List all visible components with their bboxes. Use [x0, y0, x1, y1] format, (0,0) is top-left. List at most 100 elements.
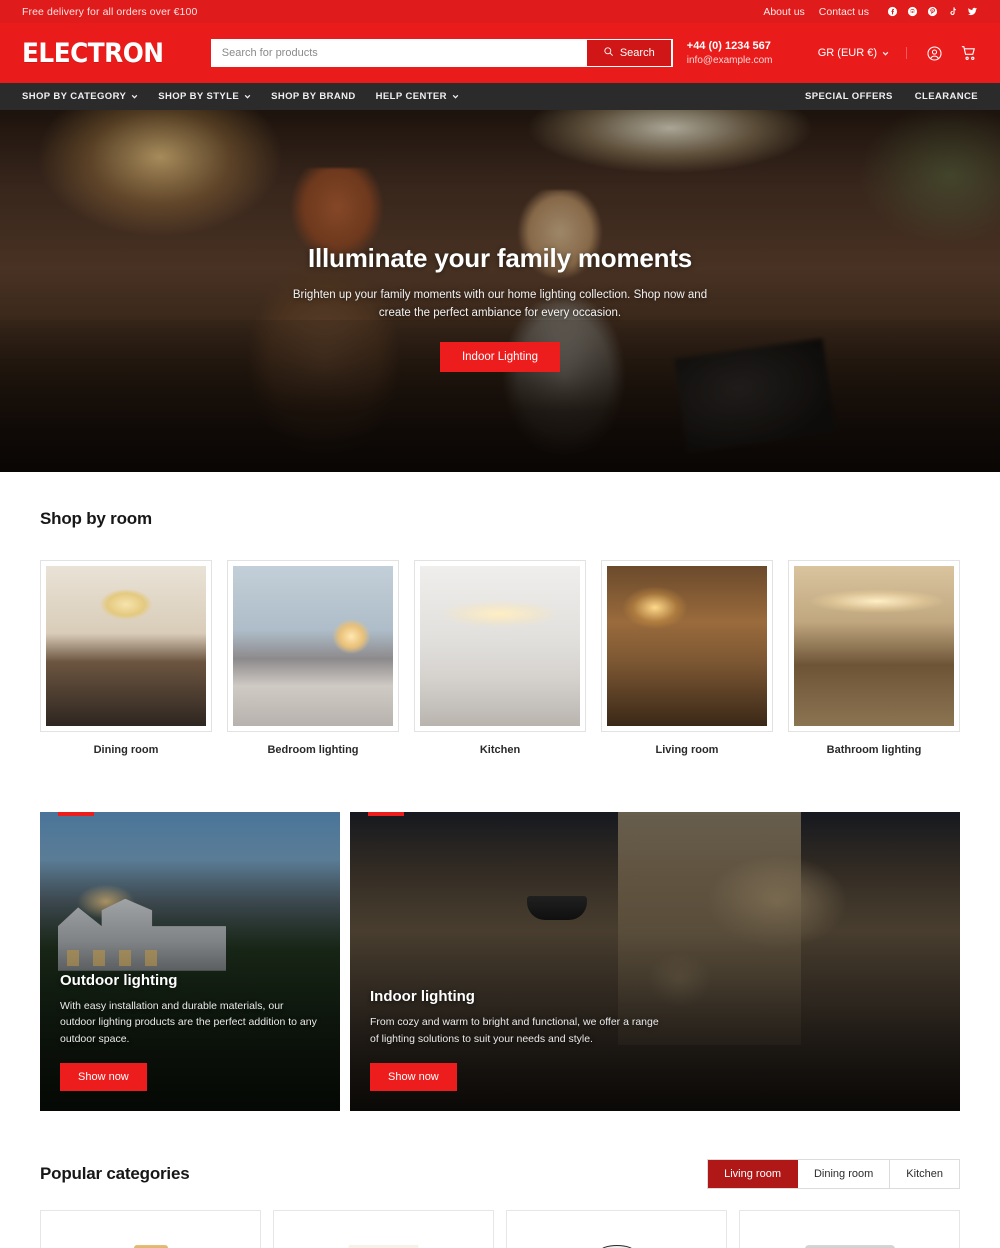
product-grid	[40, 1210, 960, 1248]
promo-accent-bar	[58, 812, 94, 816]
promo-card-indoor[interactable]: Indoor lighting From cozy and warm to br…	[350, 812, 960, 1111]
tab-living-room[interactable]: Living room	[708, 1160, 798, 1188]
nav-label: SHOP BY CATEGORY	[22, 91, 127, 102]
nav-shop-by-style[interactable]: SHOP BY STYLE	[158, 91, 251, 102]
promo-content: Indoor lighting From cozy and warm to br…	[370, 988, 940, 1091]
room-image	[233, 566, 393, 726]
contact-info: +44 (0) 1234 567 info@example.com	[687, 39, 773, 67]
popular-categories-title: Popular categories	[40, 1164, 190, 1183]
room-label: Bathroom lighting	[826, 744, 922, 756]
tiktok-icon[interactable]	[947, 6, 958, 17]
room-image	[794, 566, 954, 726]
room-label: Bedroom lighting	[267, 744, 359, 756]
nav-label: HELP CENTER	[375, 91, 447, 102]
hero-subtitle: Brighten up your family moments with our…	[292, 289, 708, 319]
popular-categories-tabs: Living room Dining room Kitchen	[707, 1159, 960, 1189]
room-label: Dining room	[93, 744, 159, 756]
shopping-cart-icon[interactable]	[960, 44, 978, 62]
announcement-bar: Free delivery for all orders over €100 A…	[0, 0, 1000, 23]
main-navigation: SHOP BY CATEGORY SHOP BY STYLE SHOP BY B…	[0, 83, 1000, 110]
product-image	[507, 1223, 726, 1248]
room-label: Living room	[655, 744, 719, 756]
link-about-us[interactable]: About us	[763, 6, 804, 18]
nav-right-group: SPECIAL OFFERS CLEARANCE	[783, 91, 978, 102]
chevron-down-icon	[452, 93, 459, 100]
room-grid: Dining room Bedroom lighting Kitchen Liv…	[40, 560, 960, 756]
nav-label: SHOP BY BRAND	[271, 91, 356, 102]
promo-content: Outdoor lighting With easy installation …	[60, 972, 320, 1091]
promo-show-now-button[interactable]: Show now	[60, 1063, 147, 1091]
tab-kitchen[interactable]: Kitchen	[890, 1160, 959, 1188]
header-right: GR (EUR €)	[818, 44, 978, 62]
promo-accent-bar	[368, 812, 404, 816]
search-bar: Search	[210, 39, 673, 67]
nav-shop-by-category[interactable]: SHOP BY CATEGORY	[22, 91, 138, 102]
twitter-icon[interactable]	[967, 6, 978, 17]
nav-special-offers[interactable]: SPECIAL OFFERS	[805, 91, 893, 102]
currency-label: GR (EUR €)	[817, 47, 877, 59]
search-button[interactable]: Search	[586, 40, 671, 66]
chevron-down-icon	[882, 50, 889, 57]
search-button-label: Search	[619, 47, 655, 59]
room-image-frame	[227, 560, 399, 732]
contact-phone[interactable]: +44 (0) 1234 567	[687, 39, 773, 54]
product-card-chrome-table-lamp[interactable]	[739, 1210, 960, 1248]
room-image-frame	[40, 560, 212, 732]
promo-cards: Outdoor lighting With easy installation …	[40, 812, 960, 1111]
product-card-tripod-floor-lamp[interactable]	[506, 1210, 727, 1248]
chevron-down-icon	[131, 93, 138, 100]
facebook-icon[interactable]	[887, 6, 898, 17]
pinterest-icon[interactable]	[927, 6, 938, 17]
product-image	[274, 1223, 493, 1248]
nav-label: SHOP BY STYLE	[158, 91, 240, 102]
promo-show-now-button[interactable]: Show now	[370, 1063, 457, 1091]
room-card-living[interactable]: Living room	[601, 560, 773, 756]
room-card-dining[interactable]: Dining room	[40, 560, 212, 756]
promo-description: From cozy and warm to bright and functio…	[370, 1016, 659, 1045]
room-image	[607, 566, 767, 726]
product-card-cream-shade-lamp[interactable]	[273, 1210, 494, 1248]
popular-categories-header: Popular categories Living room Dining ro…	[40, 1159, 960, 1189]
topbar-right-links: About us Contact us	[763, 6, 978, 18]
hero-banner: Illuminate your family moments Brighten …	[0, 110, 1000, 472]
user-account-icon[interactable]	[926, 45, 943, 62]
hero-cta-button[interactable]: Indoor Lighting	[439, 341, 561, 372]
site-header: ELECTRON Search +44 (0) 1234 567 info@ex…	[0, 23, 1000, 83]
tab-dining-room[interactable]: Dining room	[797, 1160, 891, 1188]
shop-by-room-section: Shop by room Dining room Bedroom lightin…	[0, 472, 1000, 1248]
nav-help-center[interactable]: HELP CENTER	[376, 91, 459, 102]
product-image	[740, 1223, 959, 1248]
instagram-icon[interactable]	[907, 6, 918, 17]
hero-content: Illuminate your family moments Brighten …	[0, 110, 1000, 472]
promo-card-outdoor[interactable]: Outdoor lighting With easy installation …	[40, 812, 340, 1111]
room-label: Kitchen	[479, 744, 521, 756]
room-card-kitchen[interactable]: Kitchen	[414, 560, 586, 756]
currency-selector[interactable]: GR (EUR €)	[818, 47, 907, 59]
product-image	[41, 1223, 260, 1248]
social-links	[887, 6, 978, 17]
chevron-down-icon	[244, 93, 251, 100]
room-card-bathroom[interactable]: Bathroom lighting	[788, 560, 960, 756]
room-card-bedroom[interactable]: Bedroom lighting	[227, 560, 399, 756]
promo-title: Indoor lighting	[370, 988, 475, 1006]
link-contact-us[interactable]: Contact us	[819, 6, 869, 18]
room-image-frame	[601, 560, 773, 732]
shop-by-room-title: Shop by room	[40, 509, 152, 528]
room-image	[420, 566, 580, 726]
room-image-frame	[788, 560, 960, 732]
page-root: Free delivery for all orders over €100 A…	[0, 0, 1000, 1248]
header-icon-group	[907, 44, 978, 62]
room-image	[46, 566, 206, 726]
free-delivery-text: Free delivery for all orders over €100	[22, 5, 198, 18]
room-image-frame	[414, 560, 586, 732]
hero-title: Illuminate your family moments	[307, 243, 693, 273]
contact-email[interactable]: info@example.com	[687, 54, 773, 68]
search-icon	[603, 46, 614, 60]
nav-shop-by-brand[interactable]: SHOP BY BRAND	[271, 91, 356, 102]
promo-title: Outdoor lighting	[60, 972, 178, 990]
nav-clearance[interactable]: CLEARANCE	[915, 91, 978, 102]
promo-description: With easy installation and durable mater…	[60, 1000, 317, 1045]
site-logo[interactable]: ELECTRON	[22, 38, 164, 69]
product-card-brass-pendant[interactable]	[40, 1210, 261, 1248]
search-input[interactable]	[211, 40, 587, 66]
